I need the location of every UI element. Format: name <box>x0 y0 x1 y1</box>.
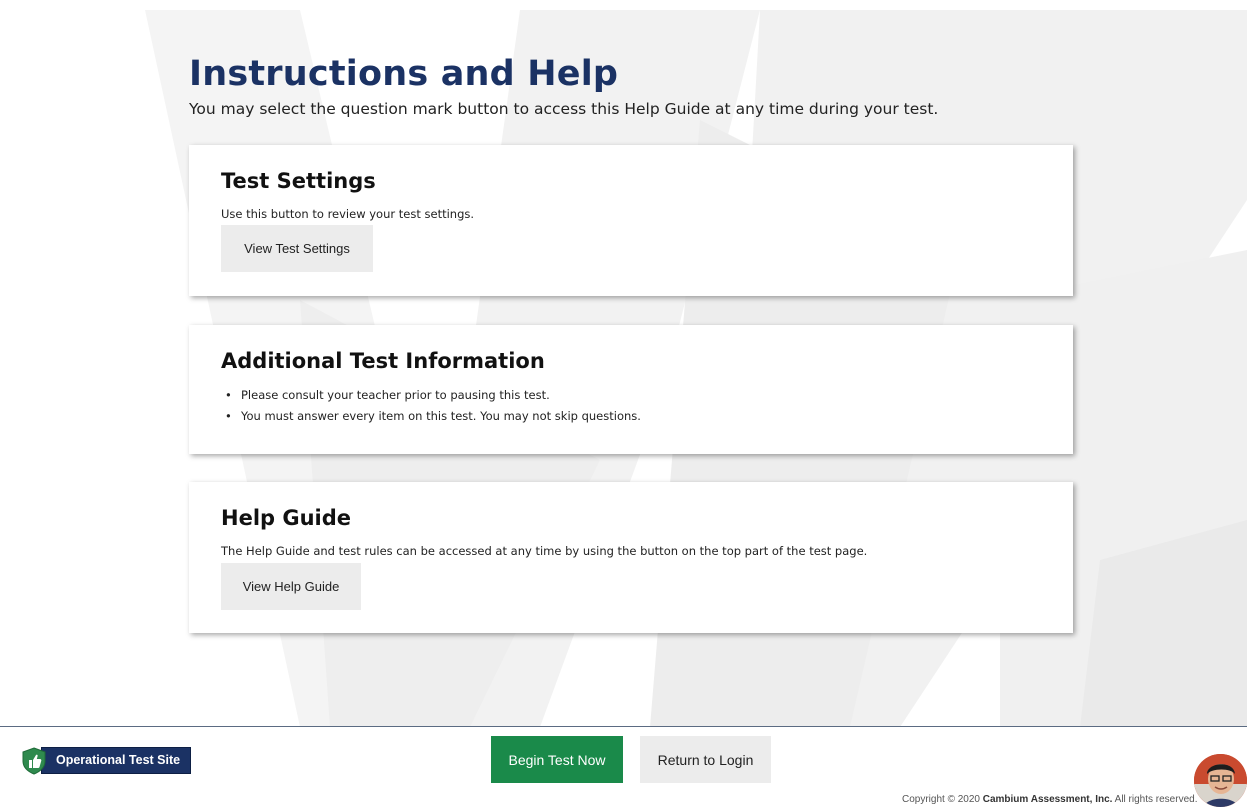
copyright-prefix: Copyright © 2020 <box>902 794 983 805</box>
page: Instructions and Help You may select the… <box>0 0 1247 807</box>
page-title: Instructions and Help <box>189 54 619 94</box>
bullet-icon: • <box>225 409 232 423</box>
list-item: • You must answer every item on this test… <box>221 406 641 427</box>
additional-test-information-card: Additional Test Information • Please cons… <box>189 325 1073 454</box>
list-item-text: Please consult your teacher prior to pau… <box>241 388 550 402</box>
page-subtitle: You may select the question mark button … <box>189 100 939 118</box>
test-settings-heading: Test Settings <box>221 169 376 193</box>
list-item-text: You must answer every item on this test.… <box>241 409 641 423</box>
help-guide-card: Help Guide The Help Guide and test rules… <box>189 482 1073 633</box>
begin-test-now-button[interactable]: Begin Test Now <box>491 736 623 783</box>
site-badge: Operational Test Site <box>21 746 192 775</box>
footer: Operational Test Site Begin Test Now Ret… <box>0 726 1247 807</box>
help-guide-description: The Help Guide and test rules can be acc… <box>221 544 868 558</box>
site-label: Operational Test Site <box>41 747 192 774</box>
copyright-suffix: All rights reserved. <box>1112 794 1198 805</box>
bullet-icon: • <box>225 388 232 402</box>
test-settings-card: Test Settings Use this button to review … <box>189 145 1073 296</box>
additional-test-information-heading: Additional Test Information <box>221 349 545 373</box>
list-item: • Please consult your teacher prior to pa… <box>221 385 641 406</box>
return-to-login-button[interactable]: Return to Login <box>640 736 771 783</box>
test-settings-description: Use this button to review your test sett… <box>221 207 475 221</box>
copyright-text: Copyright © 2020 Cambium Assessment, Inc… <box>902 794 1202 805</box>
help-guide-heading: Help Guide <box>221 506 352 530</box>
view-test-settings-button[interactable]: View Test Settings <box>221 225 373 272</box>
avatar[interactable] <box>1194 754 1247 807</box>
additional-info-list: • Please consult your teacher prior to pa… <box>221 385 641 427</box>
shield-thumbs-up-icon <box>21 746 47 775</box>
copyright-company: Cambium Assessment, Inc. <box>982 794 1113 805</box>
view-help-guide-button[interactable]: View Help Guide <box>221 563 361 610</box>
